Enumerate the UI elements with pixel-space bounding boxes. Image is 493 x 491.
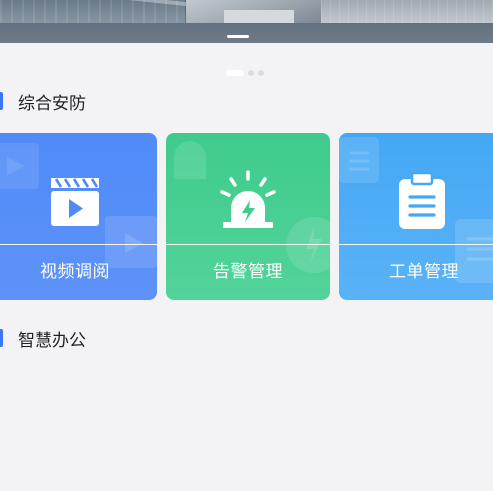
card-label: 视频调阅 (40, 262, 110, 282)
card-alarm-management[interactable]: 告警管理 (166, 133, 330, 300)
video-clapper-icon (51, 178, 99, 226)
section-title-text: 智慧办公 (18, 330, 86, 351)
banner-indicator (227, 35, 249, 38)
card-video-review[interactable]: 视频调阅 (0, 133, 157, 300)
carousel-dot[interactable] (258, 70, 264, 76)
carousel-dot[interactable] (248, 70, 254, 76)
section-title-smart-office: 智慧办公 (0, 326, 86, 351)
section-title-security: 综合安防 (0, 89, 86, 114)
banner-field (321, 0, 493, 23)
card-label: 告警管理 (213, 262, 283, 282)
alarm-siren-icon (220, 170, 276, 228)
card-label: 工单管理 (389, 262, 459, 282)
carousel-dots (226, 70, 264, 76)
card-work-order-management[interactable]: 工单管理 (339, 133, 493, 300)
section-accent-bar (0, 329, 3, 347)
clipboard-icon (399, 171, 445, 229)
section-accent-bar (0, 92, 3, 110)
banner-image[interactable] (0, 0, 493, 43)
section-title-text: 综合安防 (18, 93, 86, 114)
banner-parking-lot (0, 0, 185, 23)
carousel-dot-active[interactable] (226, 70, 244, 76)
